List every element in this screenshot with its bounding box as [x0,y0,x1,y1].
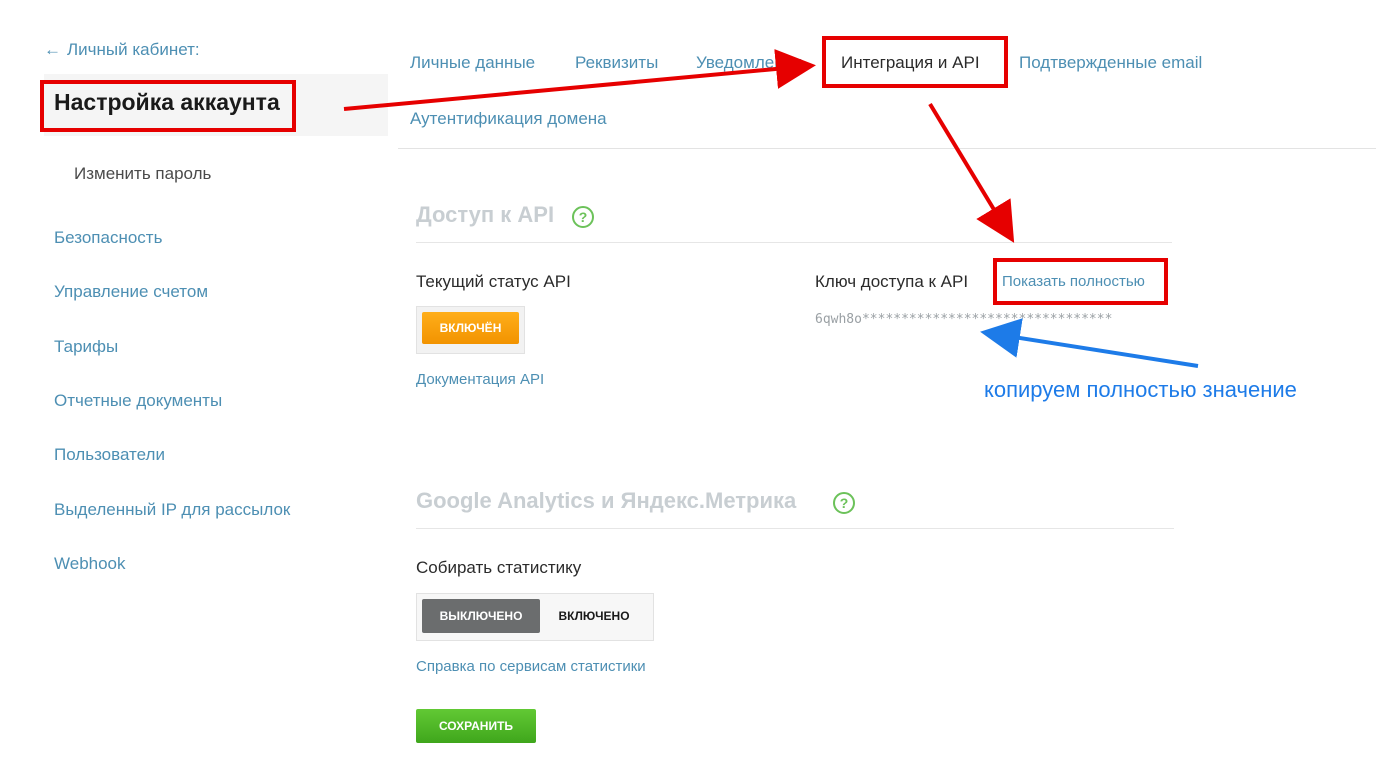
red-arrow-to-tab [343,49,816,111]
annotation-arrows [343,49,1199,368]
red-arrow-to-show-full [928,102,1015,243]
blue-arrow-to-key [980,318,1199,368]
